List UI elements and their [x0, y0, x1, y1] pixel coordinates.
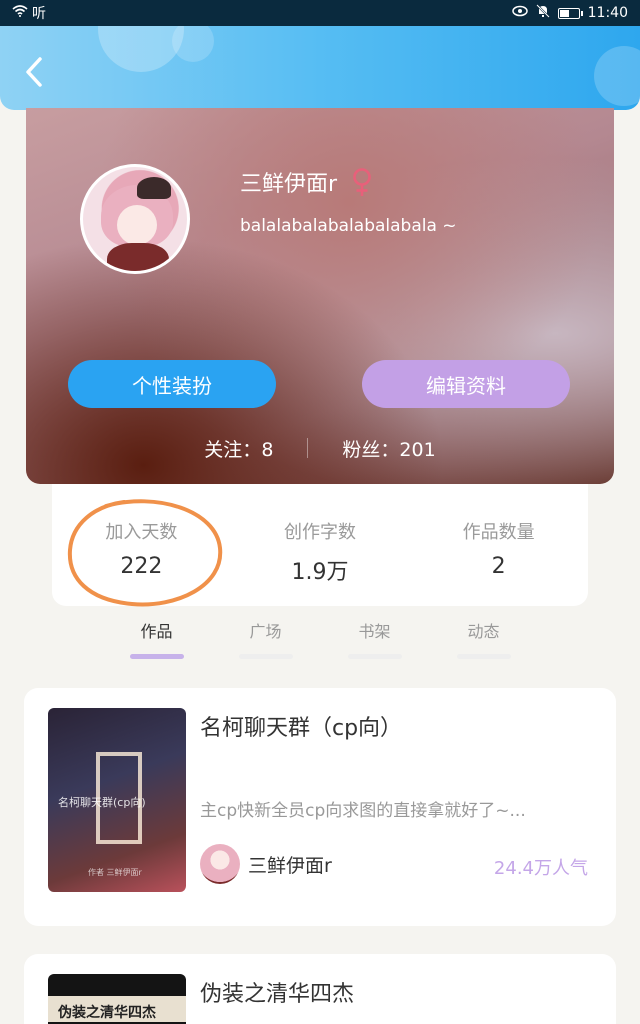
edit-profile-button[interactable]: 编辑资料 [362, 360, 570, 408]
decor-bubble [172, 26, 214, 62]
status-bar: 听 11:40 [0, 0, 640, 26]
fans-count: 201 [399, 438, 436, 461]
work-title: 名柯聊天群（cp向） [200, 716, 403, 741]
following-count: 8 [261, 438, 274, 461]
work-author: 三鲜伊面r [200, 844, 332, 884]
eye-icon [511, 5, 528, 21]
stat-value: 1.9万 [291, 560, 349, 585]
popularity-count: 24.4万人气 [493, 858, 588, 879]
username-row: 三鲜伊面r [240, 166, 375, 198]
stat-label: 作品数量 [462, 522, 535, 543]
tab-indicator [456, 654, 511, 659]
fans-link[interactable]: 粉丝：201 [342, 435, 435, 462]
fans-label: 粉丝： [342, 438, 400, 461]
mute-bell-icon [535, 4, 550, 22]
work-cover[interactable]: 伪装之清华四杰 [48, 974, 186, 1024]
carrier-text: 听 [32, 6, 46, 22]
divider [307, 438, 309, 458]
cover-title: 名柯聊天群(cp向) [58, 796, 146, 809]
stat-word-count: 创作字数 1.9万 [231, 484, 410, 606]
battery-icon [557, 7, 583, 19]
avatar[interactable] [80, 164, 190, 274]
work-title: 伪装之清华四杰 [200, 982, 355, 1007]
female-icon [353, 168, 371, 196]
tab-square[interactable]: 广场 [211, 612, 320, 660]
follow-stats: 关注：8 粉丝：201 [26, 428, 614, 468]
author-name: 三鲜伊面r [248, 854, 332, 877]
clock: 11:40 [587, 5, 628, 21]
tab-indicator [347, 654, 402, 659]
stat-value: 222 [120, 554, 163, 579]
stat-label: 创作字数 [284, 522, 356, 543]
following-link[interactable]: 关注：8 [204, 435, 273, 462]
stat-label: 加入天数 [105, 522, 178, 543]
back-button[interactable] [20, 57, 48, 87]
cover-author: 作者 三鲜伊面r [88, 868, 142, 877]
tab-label: 广场 [249, 622, 282, 641]
tab-works[interactable]: 作品 [102, 612, 211, 660]
username: 三鲜伊面r [240, 172, 338, 197]
header-bar [0, 26, 640, 110]
dress-up-button[interactable]: 个性装扮 [68, 360, 276, 408]
tab-indicator [238, 654, 293, 659]
stat-work-count: 作品数量 2 [409, 484, 588, 606]
bio: balalabalabalabalabala ~ [240, 216, 457, 236]
following-label: 关注： [204, 438, 262, 461]
work-card[interactable]: 名柯聊天群(cp向) 作者 三鲜伊面r 名柯聊天群（cp向） 主cp快新全员cp… [24, 688, 616, 926]
tab-indicator [129, 654, 184, 659]
work-description: 主cp快新全员cp向求图的直接拿就好了~... [200, 801, 526, 821]
cover-title: 伪装之清华四杰 [58, 1005, 156, 1021]
chevron-left-icon [26, 57, 42, 87]
work-cover[interactable]: 名柯聊天群(cp向) 作者 三鲜伊面r [48, 708, 186, 892]
stat-value: 2 [491, 554, 506, 579]
author-avatar [200, 844, 240, 884]
tab-label: 书架 [358, 622, 391, 641]
work-card[interactable]: 伪装之清华四杰 伪装之清华四杰 [24, 954, 616, 1024]
profile-banner: 三鲜伊面r balalabalabalabalabala ~ 个性装扮 编辑资料… [26, 108, 614, 484]
stats-card: 加入天数 222 创作字数 1.9万 作品数量 2 [52, 484, 588, 606]
decor-bubble [98, 26, 184, 72]
tab-bar: 作品 广场 书架 动态 [102, 612, 538, 660]
tab-label: 动态 [467, 622, 500, 641]
decor-bubble [594, 46, 640, 106]
wifi-icon [12, 5, 28, 21]
tab-activity[interactable]: 动态 [429, 612, 538, 660]
tab-bookshelf[interactable]: 书架 [320, 612, 429, 660]
tab-label: 作品 [140, 622, 173, 641]
stat-join-days: 加入天数 222 [52, 484, 231, 606]
